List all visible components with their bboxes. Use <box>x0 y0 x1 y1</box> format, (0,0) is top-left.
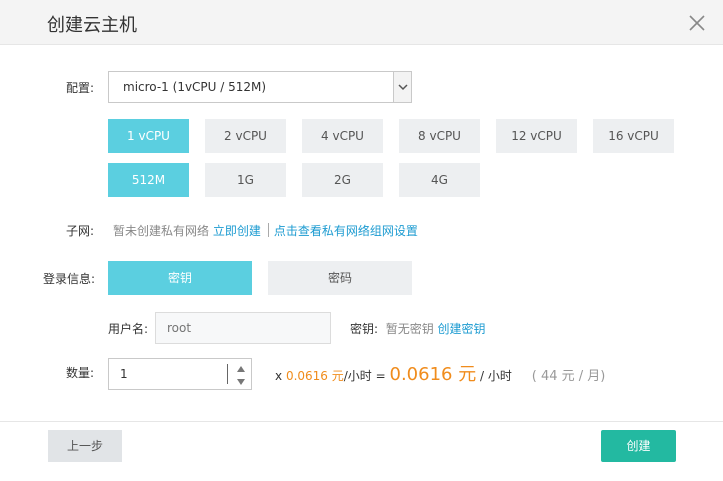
cursor-divider <box>227 364 228 384</box>
increment-icon[interactable] <box>235 363 247 373</box>
cpu-option-2[interactable]: 2 vCPU <box>205 119 286 153</box>
total-price: 0.0616 元 <box>389 364 477 385</box>
chevron-down-icon[interactable] <box>393 72 411 102</box>
quantity-input[interactable] <box>109 359 227 389</box>
dialog-header: 创建云主机 <box>0 0 723 45</box>
price-multiplier: x <box>275 369 283 383</box>
mem-option-1g[interactable]: 1G <box>205 163 286 197</box>
dialog-title: 创建云主机 <box>47 15 137 36</box>
total-per-hour: / 小时 <box>480 369 512 383</box>
create-button[interactable]: 创建 <box>601 430 676 462</box>
username-label: 用户名: <box>108 322 149 336</box>
key-info: 密钥: 暂无密钥 创建密钥 <box>350 320 486 337</box>
cpu-option-12[interactable]: 12 vCPU <box>496 119 577 153</box>
tab-key[interactable]: 密钥 <box>108 261 252 295</box>
username-input[interactable] <box>155 312 331 344</box>
config-label: 配置: <box>66 81 95 95</box>
prev-button[interactable]: 上一步 <box>48 430 122 462</box>
unit-price: 0.0616 元 <box>285 369 344 383</box>
subnet-label: 子网: <box>66 224 95 238</box>
mem-option-2g[interactable]: 2G <box>302 163 383 197</box>
unit-per-hour: /小时 = <box>343 369 386 383</box>
view-vpc-settings-link[interactable]: 点击查看私有网络组网设置 <box>274 224 418 238</box>
mem-option-4g[interactable]: 4G <box>399 163 480 197</box>
config-select[interactable]: micro-1 (1vCPU / 512M) <box>108 71 412 103</box>
key-status: 暂无密钥 <box>385 322 434 336</box>
config-select-value: micro-1 (1vCPU / 512M) <box>123 80 267 94</box>
create-vpc-link[interactable]: 立即创建 <box>213 224 261 238</box>
decrement-icon[interactable] <box>235 376 247 386</box>
create-instance-dialog: 创建云主机 配置: micro-1 (1vCPU / 512M) 1 vCPU … <box>0 0 723 481</box>
subnet-status: 暂未创建私有网络 <box>113 224 210 238</box>
login-label: 登录信息: <box>43 272 96 286</box>
cpu-option-8[interactable]: 8 vCPU <box>399 119 480 153</box>
quantity-stepper[interactable] <box>108 358 252 390</box>
price-summary: x 0.0616 元/小时 = 0.0616 元 / 小时 ( 44 元 / 月… <box>275 360 605 386</box>
monthly-price: ( 44 元 / 月) <box>531 369 606 384</box>
divider <box>267 223 269 237</box>
key-label: 密钥: <box>350 322 379 336</box>
cpu-option-16[interactable]: 16 vCPU <box>593 119 674 153</box>
tab-password[interactable]: 密码 <box>268 261 412 295</box>
cpu-option-4[interactable]: 4 vCPU <box>302 119 383 153</box>
create-key-link[interactable]: 创建密钥 <box>438 322 486 336</box>
cpu-option-1[interactable]: 1 vCPU <box>108 119 189 153</box>
subnet-note: 暂未创建私有网络 立即创建 点击查看私有网络组网设置 <box>113 222 418 239</box>
close-icon[interactable] <box>686 12 708 34</box>
quantity-label: 数量: <box>66 366 95 380</box>
mem-option-512m[interactable]: 512M <box>108 163 189 197</box>
